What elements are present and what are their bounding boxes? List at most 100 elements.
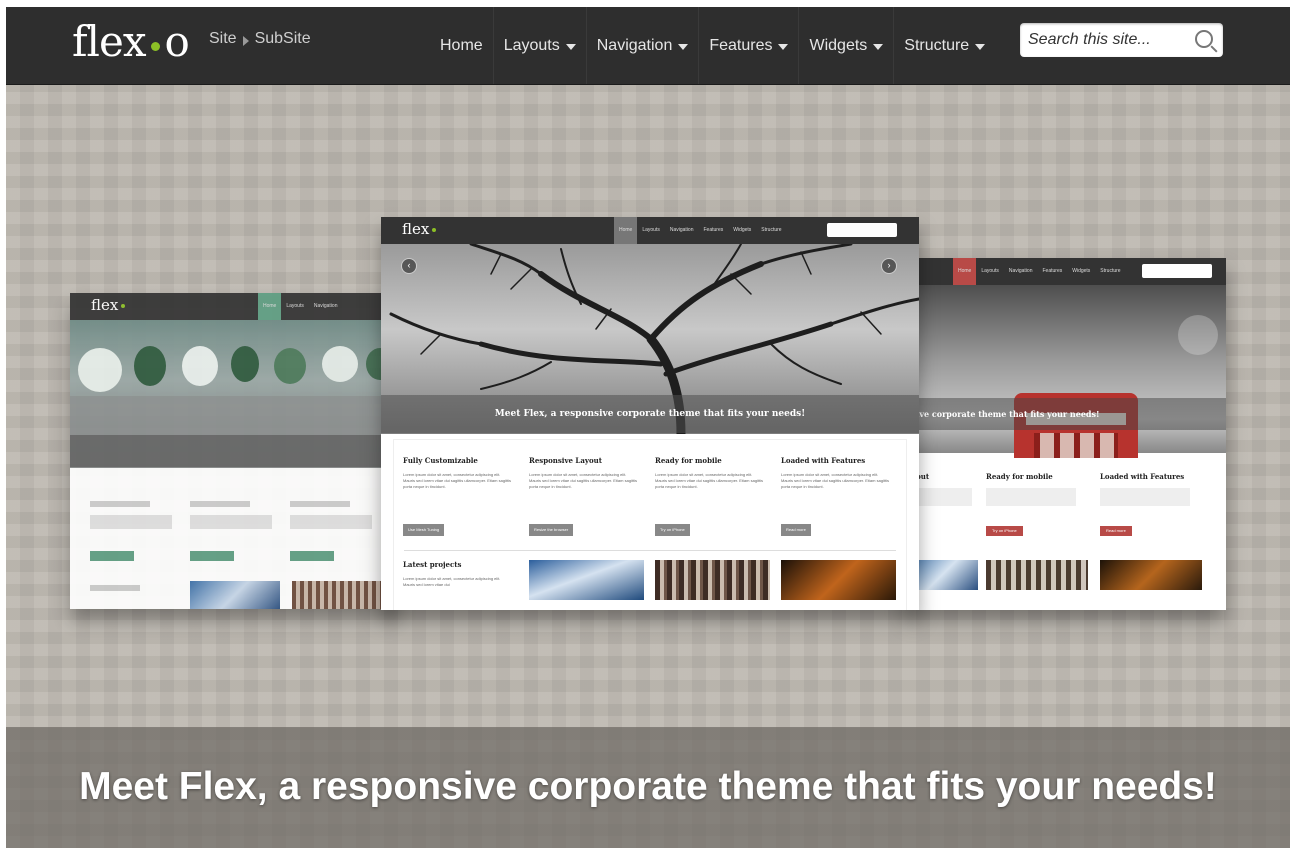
latest-projects-text: Lorem ipsum dolor sit amet, consectetur … [403,576,501,587]
mockup-left-thumb [190,581,280,609]
mockup-left-nav-home: Home [258,293,282,320]
logo-dot-icon [121,304,126,308]
mockup-right-text [1100,488,1190,506]
mockup-center-nav-layouts: Layouts [642,227,660,233]
mockup-right-nav-widgets: Widgets [1072,268,1091,274]
logo-dot-icon [150,42,160,51]
mockup-center: flex Home Layouts Navigation Features Wi… [381,217,919,610]
caret-down-icon [873,43,884,50]
nav-widgets-label: Widgets [809,36,868,54]
caret-down-icon [678,43,689,50]
hero-caption-bar: Meet Flex, a responsive corporate theme … [6,727,1290,848]
feature-button: Use Mesh Tuning [403,524,445,536]
feature-text: Lorem ipsum dolor sit amet, consectetur … [403,472,512,489]
mockup-right-col-title: Loaded with Features [1100,472,1185,481]
mockup-center-header: flex Home Layouts Navigation Features Wi… [381,217,919,244]
mockup-left-line [190,501,250,507]
mockup-left-text [190,515,272,529]
caret-down-icon [565,43,576,50]
nav-features-label: Features [709,36,773,54]
mockup-left-line [90,585,140,591]
feature-button: Resize the browser [529,524,574,536]
mockup-center-nav-home: Home [614,217,638,244]
main-nav: Home Layouts Navigation Features Widgets… [430,7,995,84]
mockup-left-line [90,501,150,507]
mockup-right-nav-home: Home [953,258,977,285]
mockup-left-caption [70,435,398,467]
mockup-right-nav-layouts: Layouts [981,268,999,274]
feature-column: Responsive Layout Lorem ipsum dolor sit … [529,456,639,490]
feature-column: Fully Customizable Lorem ipsum dolor sit… [403,456,513,490]
search-icon[interactable] [1195,30,1213,48]
mockup-right-nav-navigation: Navigation [1008,268,1033,274]
logo-text-right: o [164,17,190,66]
mockup-right-button: Read more [1100,526,1132,536]
mockup-center-logo: flex [402,220,437,238]
slider-prev-icon: ‹ [401,258,417,274]
mockup-right-text [912,488,972,506]
mockup-right-body: yout Ready for mobile Loaded with Featur… [906,458,1214,610]
nav-layouts-label: Layouts [503,36,560,54]
slider-next-icon [1178,315,1218,355]
mockup-right-nav-structure: Structure [1100,268,1121,274]
mockup-right-header: Home Layouts Navigation Features Widgets… [906,258,1226,285]
mockup-right-col-title: Ready for mobile [986,472,1053,481]
mockup-left-text [90,515,172,529]
mockup-left-nav-navigation: Navigation [313,303,338,309]
mockup-right-button: Try on iPhone [986,526,1023,536]
project-thumb [529,560,644,600]
nav-features[interactable]: Features [698,7,798,84]
site-header: flex o Site SubSite Home Layouts Navigat… [6,7,1290,85]
feature-title: Ready for mobile [655,456,722,465]
mockup-center-nav-structure: Structure [761,227,782,233]
mockup-left-nav: Home Layouts Navigation [258,293,343,320]
breadcrumb-arrow-icon [242,35,249,46]
feature-column: Loaded with Features Lorem ipsum dolor s… [781,456,891,490]
search-input[interactable] [1020,23,1188,57]
site-logo[interactable]: flex o [72,17,190,66]
nav-structure[interactable]: Structure [893,7,995,84]
latest-projects-title: Latest projects [403,560,462,569]
breadcrumb-site[interactable]: Site [209,30,237,48]
feature-text: Lorem ipsum dolor sit amet, consectetur … [655,472,764,489]
mockup-right-text [986,488,1076,506]
project-thumb [781,560,896,600]
hero-caption: Meet Flex, a responsive corporate theme … [79,765,1217,808]
slider-next-icon: › [881,258,897,274]
feature-title: Responsive Layout [529,456,602,465]
mockup-center-nav: Home Layouts Navigation Features Widgets… [614,217,787,244]
feature-button: Try on iPhone [655,524,690,536]
hero-slider: flex Home Layouts Navigation Home Layout… [6,85,1290,848]
nav-navigation[interactable]: Navigation [585,7,699,84]
mockup-center-image: ‹ › Meet Flex, a responsive corporate th… [381,244,919,434]
feature-title: Loaded with Features [781,456,866,465]
mockup-right-nav-features: Features [1042,268,1063,274]
divider [404,550,896,551]
mockup-right-nav: Home Layouts Navigation Features Widgets… [953,258,1126,285]
latest-projects: Latest projects Lorem ipsum dolor sit am… [403,560,513,588]
feature-text: Lorem ipsum dolor sit amet, consectetur … [529,472,638,489]
feature-button: Read more [781,524,811,536]
feature-text: Lorem ipsum dolor sit amet, consectetur … [781,472,890,489]
nav-home[interactable]: Home [430,7,493,84]
nav-home-label: Home [440,36,483,54]
caret-down-icon [975,43,986,50]
nav-navigation-label: Navigation [596,36,673,54]
nav-structure-label: Structure [904,36,970,54]
breadcrumb-subsite[interactable]: SubSite [255,30,311,48]
mockup-center-nav-navigation: Navigation [669,227,694,233]
mockup-left-button [290,551,334,561]
mockup-left-logo: flex [91,296,126,314]
mockup-right-thumb [986,560,1088,590]
project-thumb [655,560,770,600]
mockup-center-body: Fully Customizable Lorem ipsum dolor sit… [393,439,907,610]
mockup-right: Home Layouts Navigation Features Widgets… [906,258,1226,610]
mockup-center-nav-features: Features [703,227,724,233]
mockup-right-caption: nsive corporate theme that fits your nee… [906,398,1226,430]
mockup-center-nav-widgets: Widgets [733,227,752,233]
nav-widgets[interactable]: Widgets [798,7,893,84]
caret-down-icon [778,43,789,50]
logo-text-left: flex [72,17,147,66]
mockup-left-header: flex Home Layouts Navigation [70,293,398,320]
nav-layouts[interactable]: Layouts [492,7,586,84]
